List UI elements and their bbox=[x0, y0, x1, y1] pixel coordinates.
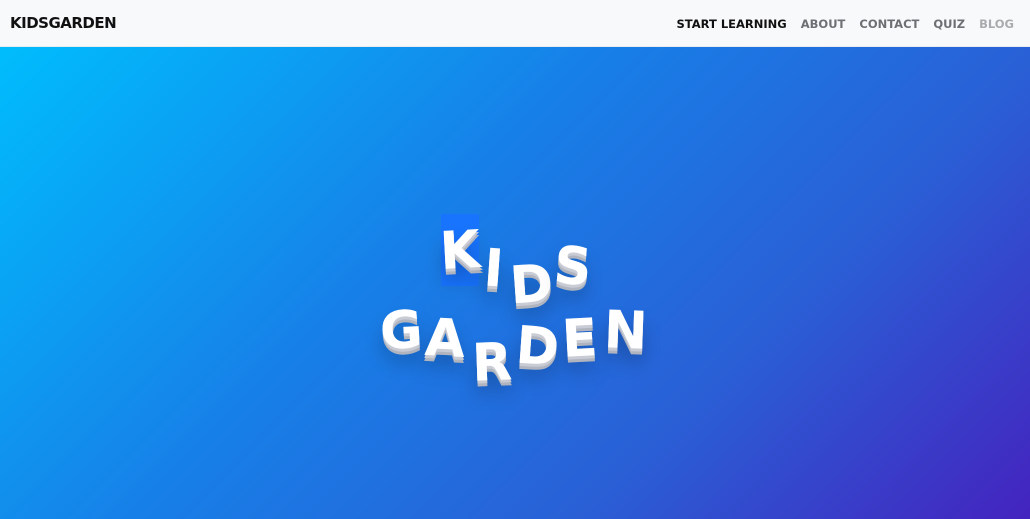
brand-logo-link[interactable]: KIDSGARDEN bbox=[10, 14, 117, 32]
logo-letter: D bbox=[513, 315, 562, 379]
nav-contact[interactable]: CONTACT bbox=[859, 17, 919, 31]
logo-letter: E bbox=[560, 308, 600, 370]
logo-letter: R bbox=[470, 332, 514, 394]
nav-start-learning[interactable]: START LEARNING bbox=[677, 17, 787, 31]
hero-logo-garden: G A R D E N bbox=[0, 47, 1030, 519]
logo-letter: A bbox=[423, 307, 467, 371]
nav-quiz[interactable]: QUIZ bbox=[933, 17, 965, 31]
logo-letter: G bbox=[378, 299, 425, 363]
top-navbar: KIDSGARDEN START LEARNING ABOUT CONTACT … bbox=[0, 0, 1030, 47]
logo-letter: N bbox=[602, 300, 649, 362]
hero-section: K I D S G A R D E N bbox=[0, 47, 1030, 519]
nav-about[interactable]: ABOUT bbox=[801, 17, 846, 31]
nav-menu: START LEARNING ABOUT CONTACT QUIZ BLOG bbox=[677, 17, 1014, 31]
nav-blog[interactable]: BLOG bbox=[979, 17, 1014, 31]
